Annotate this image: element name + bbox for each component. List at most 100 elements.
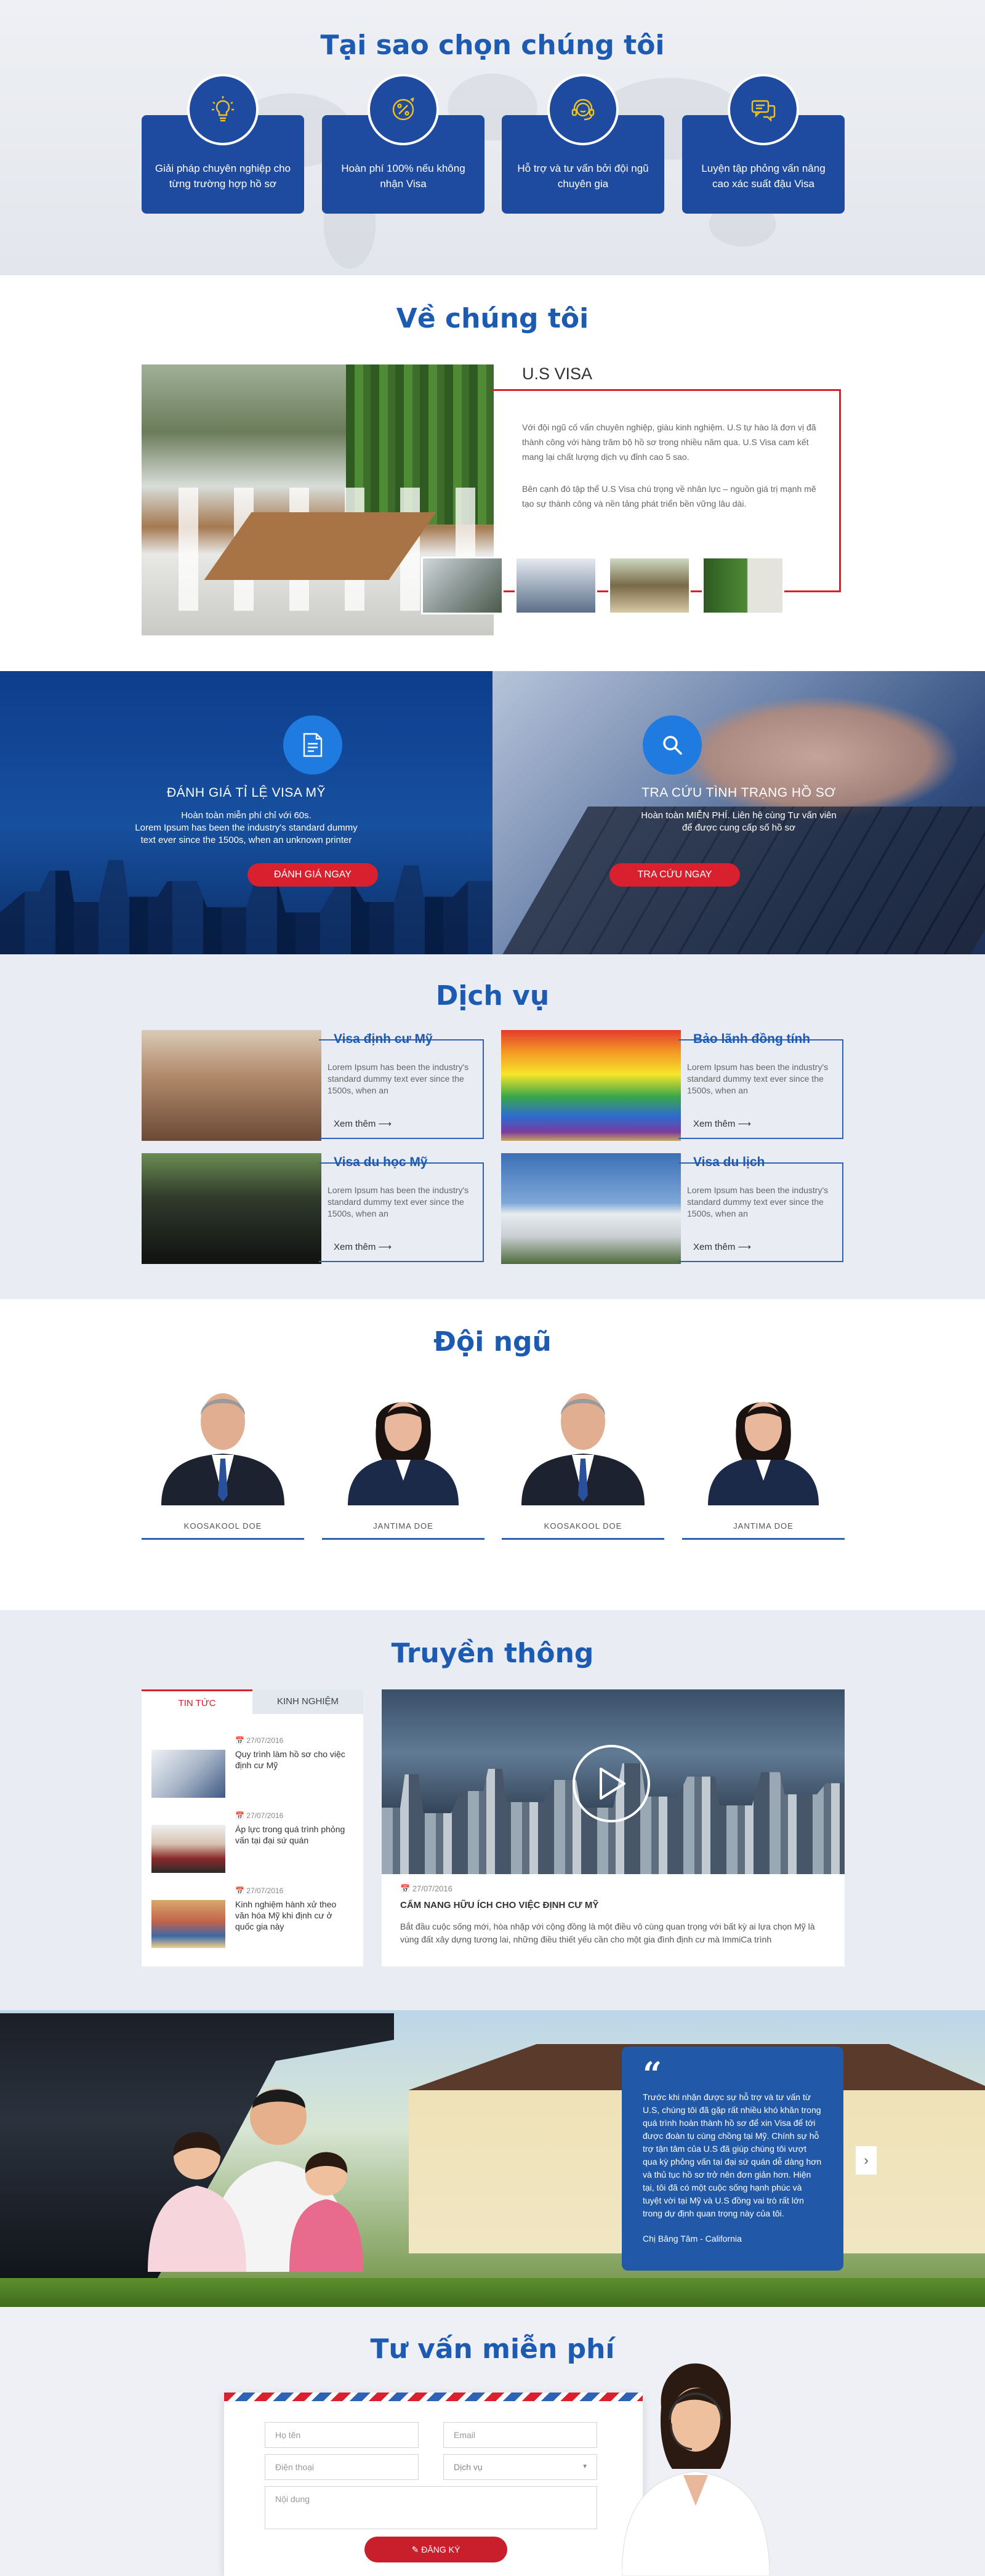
woman-portrait: [348, 1402, 459, 1505]
status-lookup-text-line: để được cung cấp số hồ sơ: [682, 823, 795, 833]
quote-icon: “: [643, 2055, 662, 2094]
news-title[interactable]: Áp lực trong quá trình phỏng vấn tại đại…: [235, 1824, 346, 1846]
member-name: KOOSAKOOL DOE: [142, 1513, 304, 1540]
calendar-icon: 📅: [235, 1811, 244, 1820]
news-title[interactable]: Kinh nghiệm hành xử theo văn hóa Mỹ khi …: [235, 1899, 346, 1932]
news-date-text: 27/07/2016: [246, 1886, 284, 1895]
status-lookup-text: Hoàn toàn MIỄN PHÍ. Liên hệ cùng Tư vấn …: [492, 810, 985, 834]
status-lookup-text-line: Hoàn toàn MIỄN PHÍ. Liên hệ cùng Tư vấn …: [641, 810, 837, 821]
service-title[interactable]: Visa định cư Mỹ: [334, 1032, 433, 1047]
service-title[interactable]: Bảo lãnh đồng tính: [693, 1032, 810, 1047]
chevron-right-icon[interactable]: ›: [856, 2146, 877, 2175]
calendar-icon: 📅: [235, 1886, 244, 1895]
news-date-text: 27/07/2016: [246, 1811, 284, 1820]
about-thumbnail-3[interactable]: [608, 557, 691, 614]
name-input[interactable]: [265, 2422, 419, 2448]
phone-input[interactable]: [265, 2454, 419, 2480]
service-card-1[interactable]: Visa định cư Mỹ Lorem Ipsum has been the…: [319, 1032, 484, 1139]
news-item-1[interactable]: 📅 27/07/2016 Quy trình làm hồ sơ cho việ…: [151, 1736, 355, 1804]
read-more-link[interactable]: Xem thêm ⟶: [693, 1241, 751, 1252]
evaluate-now-button[interactable]: ĐÁNH GIÁ NGAY: [247, 863, 378, 887]
rainbow-flag-image[interactable]: [501, 1030, 681, 1141]
featured-article: 📅 27/07/2016 CẨM NANG HỮU ÍCH CHO VIỆC Đ…: [382, 1874, 845, 1966]
headset-support-icon: [547, 74, 619, 145]
register-button[interactable]: ✎ ĐĂNG KÝ: [364, 2537, 507, 2562]
lightbulb-icon: [187, 74, 259, 145]
tab-news[interactable]: TIN TỨC: [142, 1689, 252, 1714]
news-date: 📅 27/07/2016: [235, 1811, 283, 1820]
team-title: Đội ngũ: [433, 1326, 552, 1358]
arrow-right-icon: ⟶: [378, 1242, 392, 1252]
family-photo: [148, 2088, 363, 2272]
read-more-label: Xem thêm: [693, 1119, 736, 1129]
why-card-text: Luyện tập phỏng vấn nâng cao xác suất đậ…: [701, 163, 826, 190]
city-skyline: [0, 860, 492, 954]
about-paragraph-2: Bên cạnh đó tập thể U.S Visa chú trọng v…: [522, 484, 816, 509]
service-card-2[interactable]: Bảo lãnh đồng tính Lorem Ipsum has been …: [678, 1032, 843, 1139]
lawn: [0, 2278, 985, 2307]
tab-experience[interactable]: KINH NGHIỆM: [252, 1689, 363, 1714]
news-item-3[interactable]: 📅 27/07/2016 Kinh nghiệm hành xử theo vă…: [151, 1886, 355, 1954]
calendar-icon: 📅: [400, 1884, 411, 1893]
about-heading: U.S VISA: [522, 364, 593, 383]
service-card-4[interactable]: Visa du lịch Lorem Ipsum has been the in…: [678, 1155, 843, 1262]
graduates-image[interactable]: [142, 1153, 321, 1264]
team-member-3[interactable]: KOOSAKOOL DOE: [502, 1382, 664, 1573]
capitol-image[interactable]: [501, 1153, 681, 1264]
news-thumbnail[interactable]: [151, 1750, 225, 1798]
read-more-label: Xem thêm: [334, 1119, 376, 1129]
team-member-4[interactable]: JANTIMA DOE: [682, 1382, 845, 1573]
team-member-2[interactable]: JANTIMA DOE: [322, 1382, 484, 1573]
arrow-right-icon: ⟶: [738, 1242, 752, 1252]
read-more-link[interactable]: Xem thêm ⟶: [334, 1118, 392, 1129]
service-title[interactable]: Visa du học Mỹ: [334, 1155, 428, 1170]
woman-portrait: [708, 1402, 819, 1505]
about-thumbnail-4[interactable]: [702, 557, 784, 614]
service-select[interactable]: Dịch vụ ▼: [443, 2454, 597, 2480]
hand: [677, 696, 960, 819]
email-input[interactable]: [443, 2422, 597, 2448]
play-icon[interactable]: [573, 1745, 650, 1822]
media-title: Truyền thông: [391, 1638, 594, 1669]
news-title[interactable]: Quy trình làm hồ sơ cho việc định cư Mỹ: [235, 1749, 346, 1771]
search-icon: [643, 715, 702, 775]
calendar-icon: 📅: [235, 1736, 244, 1745]
member-name: KOOSAKOOL DOE: [502, 1513, 664, 1540]
testimonial-card: “ Trước khi nhận được sự hỗ trợ và tư vấ…: [622, 2047, 843, 2271]
featured-title[interactable]: CẨM NANG HỮU ÍCH CHO VIỆC ĐỊNH CƯ MỸ: [400, 1900, 826, 1910]
status-lookup-title: TRA CỨU TÌNH TRẠNG HỒ SƠ: [641, 786, 836, 800]
visa-evaluation-text-line: Lorem Ipsum has been the industry's stan…: [135, 823, 358, 833]
service-text: Lorem Ipsum has been the industry's stan…: [328, 1185, 469, 1218]
news-tabs-panel: TIN TỨC KINH NGHIỆM 📅 27/07/2016 Quy trì…: [142, 1689, 363, 1966]
document-icon: [283, 715, 342, 775]
register-label: ĐĂNG KÝ: [421, 2544, 460, 2554]
chevron-down-icon: ▼: [582, 2463, 588, 2470]
lookup-now-button[interactable]: TRA CỨU NGAY: [609, 863, 740, 887]
featured-text: Bắt đầu cuộc sống mới, hòa nhập với cộng…: [400, 1922, 815, 1944]
about-thumbnail-1[interactable]: [421, 557, 504, 614]
service-card-3[interactable]: Visa du học Mỹ Lorem Ipsum has been the …: [319, 1155, 484, 1262]
service-text: Lorem Ipsum has been the industry's stan…: [687, 1185, 829, 1218]
news-thumbnail[interactable]: [151, 1825, 225, 1873]
member-name: JANTIMA DOE: [682, 1513, 845, 1540]
man-portrait: [161, 1393, 284, 1505]
why-title: Tại sao chọn chúng tôi: [320, 30, 665, 61]
percent-icon: [368, 74, 439, 145]
news-thumbnail[interactable]: [151, 1900, 225, 1948]
contact-title: Tư vấn miễn phí: [370, 2333, 615, 2365]
read-more-link[interactable]: Xem thêm ⟶: [334, 1241, 392, 1252]
testimonial-text: Trước khi nhận được sự hỗ trợ và tư vấn …: [643, 2092, 822, 2218]
service-title[interactable]: Visa du lịch: [693, 1155, 765, 1170]
message-input[interactable]: [265, 2486, 597, 2529]
read-more-link[interactable]: Xem thêm ⟶: [693, 1118, 751, 1129]
about-thumbnail-2[interactable]: [515, 557, 597, 614]
service-select-value: Dịch vụ: [454, 2462, 483, 2472]
man-portrait: [521, 1393, 645, 1505]
visa-evaluation-text-line: text ever since the 1500s, when an unkno…: [140, 835, 352, 845]
visa-evaluation-title: ĐÁNH GIÁ TỈ LỆ VISA MỸ: [166, 786, 326, 800]
news-item-2[interactable]: 📅 27/07/2016 Áp lực trong quá trình phỏn…: [151, 1811, 355, 1879]
arrow-right-icon: ⟶: [738, 1119, 752, 1129]
family-image[interactable]: [142, 1030, 321, 1141]
arrow-right-icon: ⟶: [378, 1119, 392, 1129]
team-member-1[interactable]: KOOSAKOOL DOE: [142, 1382, 304, 1573]
